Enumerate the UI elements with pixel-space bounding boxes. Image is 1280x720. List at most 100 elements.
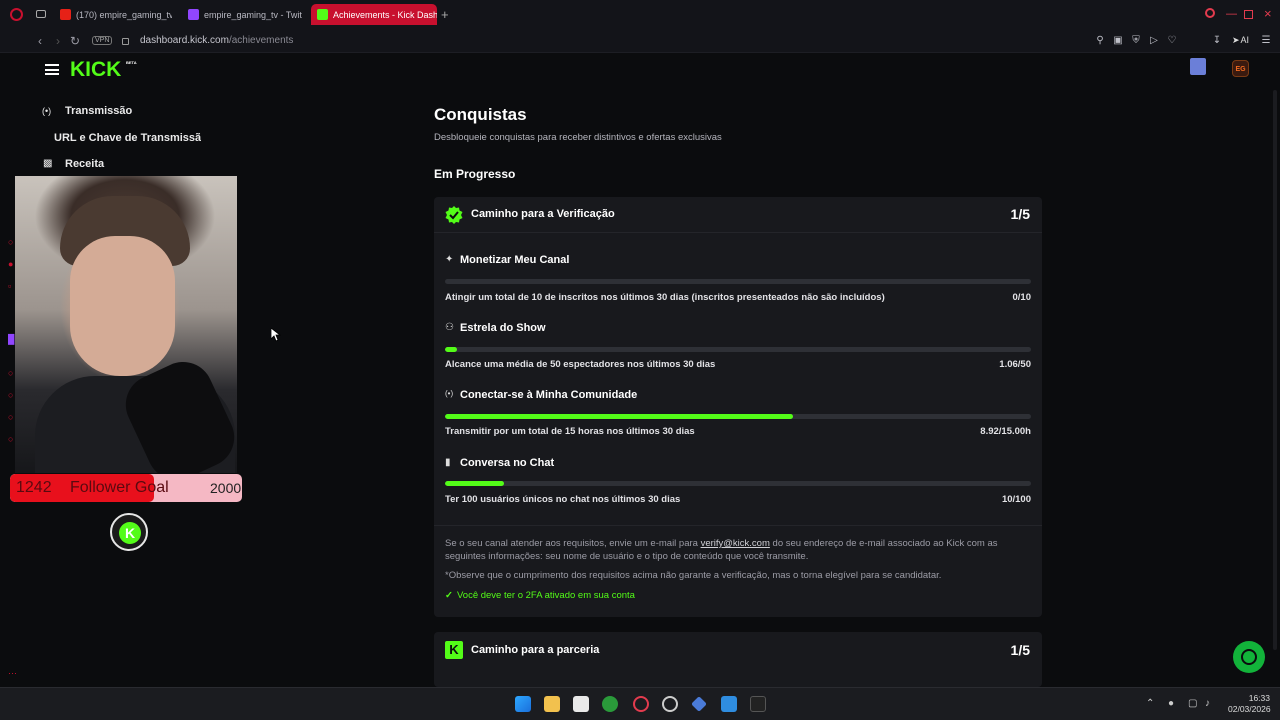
sidebar-app-icon[interactable]: ○ xyxy=(8,434,13,444)
sidebar-item-receita[interactable]: Receita xyxy=(65,158,104,170)
user-avatar[interactable]: EG xyxy=(1232,60,1249,77)
progress-fill xyxy=(445,481,504,486)
new-tab-button[interactable]: + xyxy=(441,7,449,22)
achievement-desc: Alcance uma média de 50 espectadores nos… xyxy=(445,359,716,370)
profile-avatar[interactable] xyxy=(1190,58,1206,75)
achievement-desc: Atingir um total de 10 de inscritos nos … xyxy=(445,292,885,303)
achievement-progress-bar xyxy=(445,414,1031,419)
ai-button[interactable]: ➤AI xyxy=(1232,35,1249,46)
shield-app-icon[interactable] xyxy=(721,696,737,712)
sidebar-app-icon[interactable]: ▫ xyxy=(8,281,11,291)
url-host: dashboard.kick.com xyxy=(140,35,229,46)
webcam-overlay xyxy=(15,176,237,473)
kick-icon xyxy=(317,9,328,20)
achievement-progress-bar xyxy=(445,481,1031,486)
sparkle-icon: ✦ xyxy=(445,254,454,265)
sidebar-more-icon[interactable]: ⋯ xyxy=(8,668,17,679)
back-icon[interactable]: ‹ xyxy=(32,33,48,49)
page-title: Conquistas xyxy=(434,105,527,124)
support-chat-button[interactable] xyxy=(1233,641,1265,673)
tab-twitch[interactable]: empire_gaming_tv - Twitc xyxy=(182,4,302,25)
snapshot-icon[interactable]: ▣ xyxy=(1111,34,1125,48)
card-count: 1/5 xyxy=(1010,642,1030,658)
achievement-value: 0/10 xyxy=(1012,292,1032,303)
network-icon[interactable]: ▢ xyxy=(1188,698,1197,709)
shield-icon[interactable]: ⛨ xyxy=(1129,34,1143,48)
play-icon[interactable]: ▷ xyxy=(1147,34,1161,48)
opera-logo-icon[interactable] xyxy=(10,8,23,21)
sidebar-app-icon[interactable]: ○ xyxy=(8,390,13,400)
goal-current: 1242 xyxy=(16,479,52,496)
pin-icon[interactable]: ⚲ xyxy=(1093,34,1107,48)
vpn-badge[interactable]: VPN xyxy=(92,36,113,45)
terminal-icon[interactable] xyxy=(750,696,766,712)
users-icon: ⚇ xyxy=(445,322,454,333)
tray-chevron-icon[interactable]: ⌃ xyxy=(1146,698,1154,709)
search-icon[interactable] xyxy=(1205,8,1215,18)
kick-logo[interactable]: KICK xyxy=(70,58,121,82)
file-explorer-icon[interactable] xyxy=(544,696,560,712)
minimize-button[interactable]: — xyxy=(1226,8,1237,20)
hamburger-menu-icon[interactable] xyxy=(45,64,59,75)
volume-icon[interactable]: ♪ xyxy=(1205,698,1210,709)
requirement-2fa: ✓ Você deve ter o 2FA ativado em sua cont… xyxy=(445,590,635,601)
achievement-value: 1.06/50 xyxy=(999,359,1031,370)
follower-goal-widget: 1242 Follower Goal 2000 xyxy=(10,474,242,502)
menu-icon[interactable]: ☰ xyxy=(1259,34,1273,48)
note-text: Se o seu canal atender aos requisitos, e… xyxy=(445,538,701,549)
download-icon[interactable]: ↧ xyxy=(1210,34,1224,48)
sidebar-app-icon[interactable]: ○ xyxy=(8,237,13,247)
achievement-progress-bar xyxy=(445,279,1031,284)
achievement-progress-bar xyxy=(445,347,1031,352)
sidebar-app-icon[interactable]: ● xyxy=(8,259,13,269)
sidebar-item-url-chave[interactable]: URL e Chave de Transmissão xyxy=(54,132,201,144)
tab-label: empire_gaming_tv - Twitc xyxy=(204,9,302,20)
kick-logo-icon: K xyxy=(445,641,463,659)
check-icon: ✓ xyxy=(445,590,453,601)
section-title: Em Progresso xyxy=(434,167,516,181)
mic-icon[interactable]: ● xyxy=(1168,698,1174,709)
scrollbar[interactable] xyxy=(1273,90,1277,650)
lock-icon[interactable] xyxy=(122,38,129,45)
store-icon[interactable] xyxy=(573,696,589,712)
page-subtitle: Desbloqueie conquistas para receber dist… xyxy=(434,132,722,143)
windows-start-icon[interactable] xyxy=(515,696,531,712)
kick-badge-icon: K xyxy=(110,513,148,551)
clock-date: 02/03/2026 xyxy=(1228,704,1271,714)
sidebar-app-icon[interactable]: █ xyxy=(8,334,14,344)
broadcast-icon: (•) xyxy=(42,106,52,116)
verification-disclaimer: *Observe que o cumprimento dos requisito… xyxy=(445,570,942,581)
taskbar-clock[interactable]: 16:33 02/03/2026 xyxy=(1228,693,1271,715)
close-button[interactable]: × xyxy=(1264,6,1272,21)
youtube-icon xyxy=(60,9,71,20)
tab-youtube[interactable]: (170) empire_gaming_tv - xyxy=(54,4,172,25)
xbox-icon[interactable] xyxy=(602,696,618,712)
forward-icon[interactable]: › xyxy=(50,33,66,49)
opera-icon[interactable] xyxy=(633,696,649,712)
workspace-icon[interactable] xyxy=(36,10,46,18)
heart-icon[interactable]: ♡ xyxy=(1165,34,1179,48)
achievement-card-partnership: K Caminho para a parceria 1/5 xyxy=(434,632,1042,687)
chat-icon: ▮ xyxy=(445,457,451,468)
verify-email-link[interactable]: verify@kick.com xyxy=(701,538,770,549)
achievement-desc: Transmitir por um total de 15 horas nos … xyxy=(445,426,695,437)
tab-kick-achievements[interactable]: Achievements - Kick Dash xyxy=(311,4,437,25)
maximize-button[interactable] xyxy=(1244,10,1253,19)
progress-fill xyxy=(445,414,794,419)
verified-badge-icon xyxy=(445,206,463,224)
bar-chart-icon: ▩ xyxy=(43,158,53,169)
achievement-value: 8.92/15.00h xyxy=(980,426,1031,437)
url-field[interactable]: dashboard.kick.com/achievements xyxy=(140,35,293,46)
address-bar: ‹ › ↻ VPN dashboard.kick.com/achievement… xyxy=(0,29,1280,75)
sidebar-app-icon[interactable]: ○ xyxy=(8,412,13,422)
card-header[interactable]: K Caminho para a parceria 1/5 xyxy=(434,632,1042,668)
achievement-value: 10/100 xyxy=(1001,494,1031,505)
sidebar-app-icon[interactable]: ○ xyxy=(8,368,13,378)
tab-label: Achievements - Kick Dash xyxy=(333,9,437,20)
obs-icon[interactable] xyxy=(662,696,678,712)
reload-icon[interactable]: ↻ xyxy=(67,33,83,49)
card-header[interactable]: Caminho para a Verificação 1/5 xyxy=(434,197,1042,233)
clock-time: 16:33 xyxy=(1248,693,1270,703)
sidebar-item-transmissao[interactable]: Transmissão xyxy=(65,105,132,117)
achievement-title: Monetizar Meu Canal xyxy=(460,254,570,266)
